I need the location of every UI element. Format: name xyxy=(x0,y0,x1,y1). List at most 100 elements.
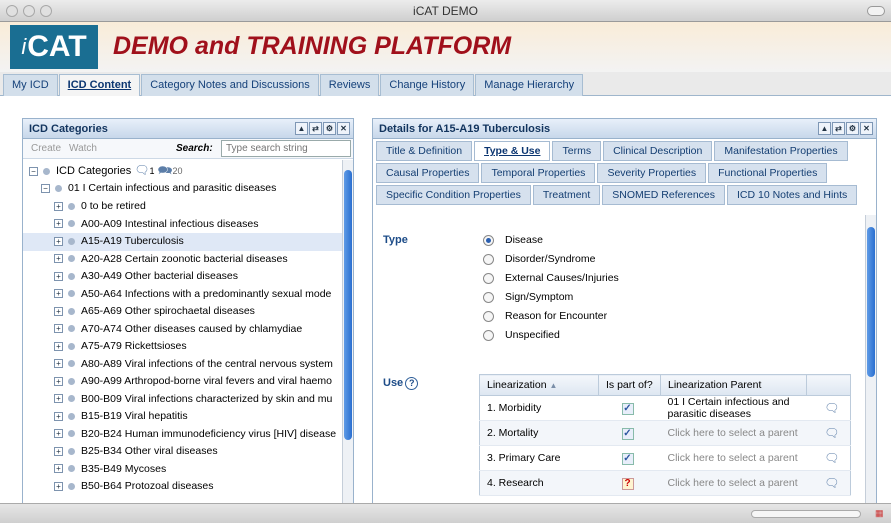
close-window-button[interactable] xyxy=(6,5,18,17)
expand-toggle-icon[interactable]: + xyxy=(54,236,63,246)
details-tab[interactable]: Type & Use xyxy=(474,141,551,161)
close-icon[interactable]: ✕ xyxy=(860,122,873,135)
expand-toggle-icon[interactable]: + xyxy=(54,394,63,404)
search-input[interactable] xyxy=(221,140,351,157)
tree-item[interactable]: + B00-B09 Viral infections characterized … xyxy=(23,391,343,409)
tree-item[interactable]: + B15-B19 Viral hepatitis xyxy=(23,408,343,426)
expand-toggle-icon[interactable]: + xyxy=(54,254,63,264)
resize-grip-icon[interactable]: ▦ xyxy=(875,508,885,518)
refresh-icon[interactable]: ⇄ xyxy=(832,122,845,135)
tab-category-notes[interactable]: Category Notes and Discussions xyxy=(141,74,319,96)
linearization-parent[interactable]: Click here to select a parent xyxy=(660,470,807,496)
expand-toggle-icon[interactable]: + xyxy=(54,201,63,211)
expand-toggle-icon[interactable]: + xyxy=(54,429,63,439)
expand-toggle-icon[interactable]: + xyxy=(54,359,63,369)
expand-toggle-icon[interactable]: + xyxy=(54,219,63,229)
tree-item[interactable]: + A65-A69 Other spirochaetal diseases xyxy=(23,303,343,321)
details-tab[interactable]: Clinical Description xyxy=(603,141,713,161)
checkbox[interactable]: ✓ xyxy=(621,427,634,440)
type-option[interactable]: Sign/Symptom xyxy=(483,288,573,306)
expand-toggle-icon[interactable]: + xyxy=(54,481,63,491)
tree-item[interactable]: + A30-A49 Other bacterial diseases xyxy=(23,268,343,286)
gear-icon[interactable]: ⚙ xyxy=(323,122,336,135)
scroll-thumb[interactable] xyxy=(344,170,352,440)
comment-icon[interactable]: 🗨 xyxy=(824,476,839,490)
notes-icon[interactable]: 🗨 xyxy=(134,163,149,177)
radio-button-icon[interactable] xyxy=(483,329,494,341)
collapse-icon[interactable]: ▲ xyxy=(818,122,831,135)
details-tab[interactable]: Causal Properties xyxy=(376,163,480,183)
collapse-icon[interactable]: ▲ xyxy=(295,122,308,135)
collapse-toggle-icon[interactable]: − xyxy=(41,183,50,193)
type-option[interactable]: Unspecified xyxy=(483,326,560,344)
tree-item[interactable]: + A90-A99 Arthropod-borne viral fevers an… xyxy=(23,373,343,391)
details-tab[interactable]: ICD 10 Notes and Hints xyxy=(727,185,858,205)
scroll-thumb[interactable] xyxy=(867,227,875,377)
tree-item[interactable]: + B20-B24 Human immunodeficiency virus [H… xyxy=(23,426,343,444)
linearization-parent[interactable]: 01 I Certain infectious and parasitic di… xyxy=(660,395,807,421)
refresh-icon[interactable]: ⇄ xyxy=(309,122,322,135)
expand-toggle-icon[interactable]: + xyxy=(54,289,63,299)
linearization-parent[interactable]: Click here to select a parent xyxy=(660,445,807,471)
details-tab[interactable]: Temporal Properties xyxy=(481,163,596,183)
comment-icon[interactable]: 🗨 xyxy=(824,451,839,465)
expand-toggle-icon[interactable]: + xyxy=(54,341,63,351)
comment-icon[interactable]: 🗨 xyxy=(824,426,839,440)
tree-item[interactable]: + A80-A89 Viral infections of the central… xyxy=(23,356,343,374)
details-tab[interactable]: Terms xyxy=(552,141,602,161)
tree-root-row[interactable]: − ICD Categories 🗨1 🗪20 xyxy=(23,160,343,181)
tree-item[interactable]: + A75-A79 Rickettsioses xyxy=(23,338,343,356)
unknown-checkbox[interactable]: ? xyxy=(621,477,634,490)
details-tab[interactable]: Treatment xyxy=(532,185,601,205)
details-tab[interactable]: Manifestation Properties xyxy=(714,141,848,161)
horizontal-scrollbar[interactable] xyxy=(751,510,861,518)
tab-change-history[interactable]: Change History xyxy=(380,74,475,96)
expand-toggle-icon[interactable]: + xyxy=(54,306,63,316)
tree-item[interactable]: + A70-A74 Other diseases caused by chlamy… xyxy=(23,321,343,339)
linearization-parent[interactable]: Click here to select a parent xyxy=(660,420,807,446)
tab-manage-hierarchy[interactable]: Manage Hierarchy xyxy=(475,74,584,96)
tree-item[interactable]: + B35-B49 Mycoses xyxy=(23,461,343,479)
type-option[interactable]: Disease xyxy=(483,231,543,249)
tree-item[interactable]: +0 to be retired xyxy=(23,198,343,216)
tree-scrollbar[interactable] xyxy=(342,160,353,508)
tab-icd-content[interactable]: ICD Content xyxy=(58,74,141,96)
discussions-icon[interactable]: 🗪 xyxy=(158,163,173,177)
zoom-window-button[interactable] xyxy=(40,5,52,17)
col-is-part-of[interactable]: Is part of? xyxy=(598,374,661,396)
tree-parent-row[interactable]: − 01 I Certain infectious and parasitic d… xyxy=(23,180,343,198)
expand-toggle-icon[interactable]: + xyxy=(54,446,63,456)
tree-item[interactable]: + A20-A28 Certain zoonotic bacterial dise… xyxy=(23,251,343,269)
checkbox[interactable]: ✓ xyxy=(621,452,634,465)
tree-item[interactable]: + A50-A64 Infections with a predominantly… xyxy=(23,286,343,304)
tab-my-icd[interactable]: My ICD xyxy=(3,74,58,96)
type-option[interactable]: Reason for Encounter xyxy=(483,307,607,325)
details-tab[interactable]: Functional Properties xyxy=(708,163,828,183)
details-tab[interactable]: Specific Condition Properties xyxy=(376,185,531,205)
radio-button-icon[interactable] xyxy=(483,253,494,265)
checkbox[interactable]: ✓ xyxy=(621,402,634,415)
col-linearization-parent[interactable]: Linearization Parent xyxy=(660,374,807,396)
tree-item[interactable]: + B25-B34 Other viral diseases xyxy=(23,443,343,461)
gear-icon[interactable]: ⚙ xyxy=(846,122,859,135)
watch-link[interactable]: Watch xyxy=(69,143,97,154)
details-tab[interactable]: Title & Definition xyxy=(376,141,473,161)
minimize-window-button[interactable] xyxy=(23,5,35,17)
tree-item[interactable]: + A00-A09 Intestinal infectious diseases xyxy=(23,216,343,234)
toolbar-toggle-button[interactable] xyxy=(867,6,885,16)
expand-toggle-icon[interactable]: + xyxy=(54,324,63,334)
tab-reviews[interactable]: Reviews xyxy=(319,74,380,96)
expand-toggle-icon[interactable]: + xyxy=(54,411,63,421)
type-option[interactable]: Disorder/Syndrome xyxy=(483,250,595,268)
create-link[interactable]: Create xyxy=(31,143,61,154)
radio-button-icon[interactable] xyxy=(483,291,494,303)
details-tab[interactable]: SNOMED References xyxy=(602,185,725,205)
expand-toggle-icon[interactable]: + xyxy=(54,464,63,474)
tree-item[interactable]: + A15-A19 Tuberculosis xyxy=(23,233,343,251)
details-scrollbar[interactable] xyxy=(865,215,876,508)
col-linearization[interactable]: Linearization ▲ xyxy=(479,374,599,396)
expand-toggle-icon[interactable]: + xyxy=(54,271,63,281)
close-icon[interactable]: ✕ xyxy=(337,122,350,135)
type-option[interactable]: External Causes/Injuries xyxy=(483,269,619,287)
comment-icon[interactable]: 🗨 xyxy=(824,401,839,415)
